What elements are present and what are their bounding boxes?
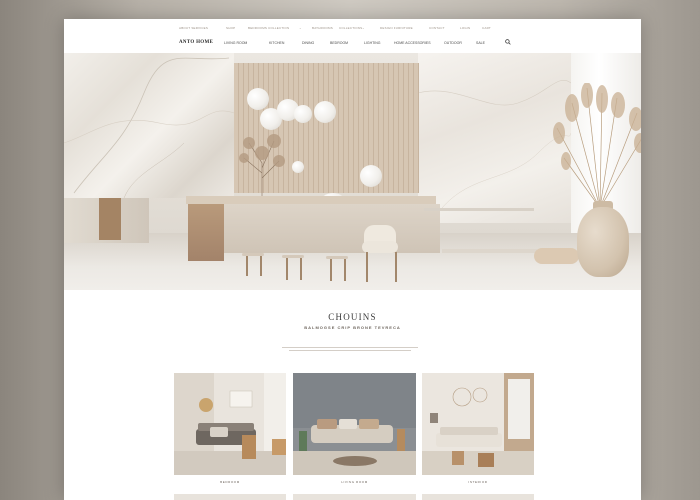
nav-link[interactable]: BEDROOM xyxy=(330,41,348,45)
topnav-item[interactable]: CART xyxy=(482,26,491,30)
bedroom-image xyxy=(174,373,286,475)
floating-shelf xyxy=(442,249,537,253)
search-icon[interactable] xyxy=(505,39,511,45)
chair-leg xyxy=(395,252,397,282)
kitchen-island-wood xyxy=(188,204,224,261)
main-nav: ANTO HOME LIVING ROOM KITCHEN DINING BED… xyxy=(64,35,641,54)
next-row-card[interactable] xyxy=(422,494,534,500)
section-description-placeholder xyxy=(282,347,418,351)
pendant-light xyxy=(292,161,304,173)
category-card-living-room[interactable] xyxy=(293,373,416,475)
card-caption: BEDROOM xyxy=(220,480,240,484)
top-utility-nav: ABOUT SERVICES SHOP BEDROOMS COLLECTION … xyxy=(64,19,641,35)
pendant-light xyxy=(247,88,269,110)
next-row-card[interactable] xyxy=(293,494,416,500)
living-room-image xyxy=(293,373,416,475)
nav-link[interactable]: OUTDOOR xyxy=(444,41,462,45)
stool-leg xyxy=(246,256,248,276)
topnav-item[interactable]: LOGIN xyxy=(460,26,470,30)
nav-link[interactable]: DINING xyxy=(302,41,314,45)
pendant-light xyxy=(294,105,312,123)
ceramic-vase xyxy=(577,207,629,277)
stool-leg xyxy=(260,256,262,276)
topnav-item[interactable]: BATHROOMS xyxy=(312,26,333,30)
topnav-item[interactable]: ABOUT SERVICES xyxy=(179,26,208,30)
interior-image xyxy=(422,373,534,475)
site-logo[interactable]: ANTO HOME xyxy=(179,40,213,45)
dried-branch-decor xyxy=(239,134,285,198)
nav-link[interactable]: KITCHEN xyxy=(269,41,284,45)
chevron-down-icon: ⌄ xyxy=(299,26,302,30)
nav-link[interactable]: SALE xyxy=(476,41,485,45)
next-row-card[interactable] xyxy=(174,494,286,500)
section-subtitle: BALMOGSE CRIP BRONE TEVRECA xyxy=(304,325,401,330)
wall-shelf xyxy=(424,208,534,211)
cabinet-wood-panel xyxy=(99,198,121,240)
nav-link[interactable]: HOME ACCESSORIES xyxy=(394,41,431,45)
topnav-item[interactable]: DESIGN FURNITURE xyxy=(380,26,413,30)
pendant-light xyxy=(360,165,382,187)
kitchen-island-top xyxy=(186,196,436,204)
chevron-down-icon: ⌄ xyxy=(362,26,365,30)
nav-link[interactable]: LIGHTING xyxy=(364,41,381,45)
pampas-grass-decor xyxy=(553,83,641,208)
hero-banner[interactable] xyxy=(64,53,641,290)
topnav-item[interactable]: SHOP xyxy=(226,26,235,30)
lounge-chair xyxy=(534,248,579,264)
chair-leg xyxy=(366,252,368,282)
page: ABOUT SERVICES SHOP BEDROOMS COLLECTION … xyxy=(64,19,641,500)
marble-veins xyxy=(64,57,234,198)
topnav-item[interactable]: BEDROOMS COLLECTION xyxy=(248,26,289,30)
topnav-item[interactable]: CONTACT xyxy=(429,26,445,30)
stool-leg xyxy=(300,258,302,280)
card-caption: LIVING ROOM xyxy=(341,480,368,484)
section-title: CHOUINS xyxy=(328,312,377,322)
category-card-bedroom[interactable] xyxy=(174,373,286,475)
stool-leg xyxy=(286,258,288,280)
stool-leg xyxy=(330,259,332,281)
pendant-light xyxy=(314,101,336,123)
kitchen-island xyxy=(188,204,440,253)
topnav-item[interactable]: COLLECTIONS xyxy=(339,26,362,30)
stool-leg xyxy=(344,259,346,281)
nav-link[interactable]: LIVING ROOM xyxy=(224,41,247,45)
category-card-interior[interactable] xyxy=(422,373,534,475)
card-caption: INTERIOR xyxy=(468,480,488,484)
